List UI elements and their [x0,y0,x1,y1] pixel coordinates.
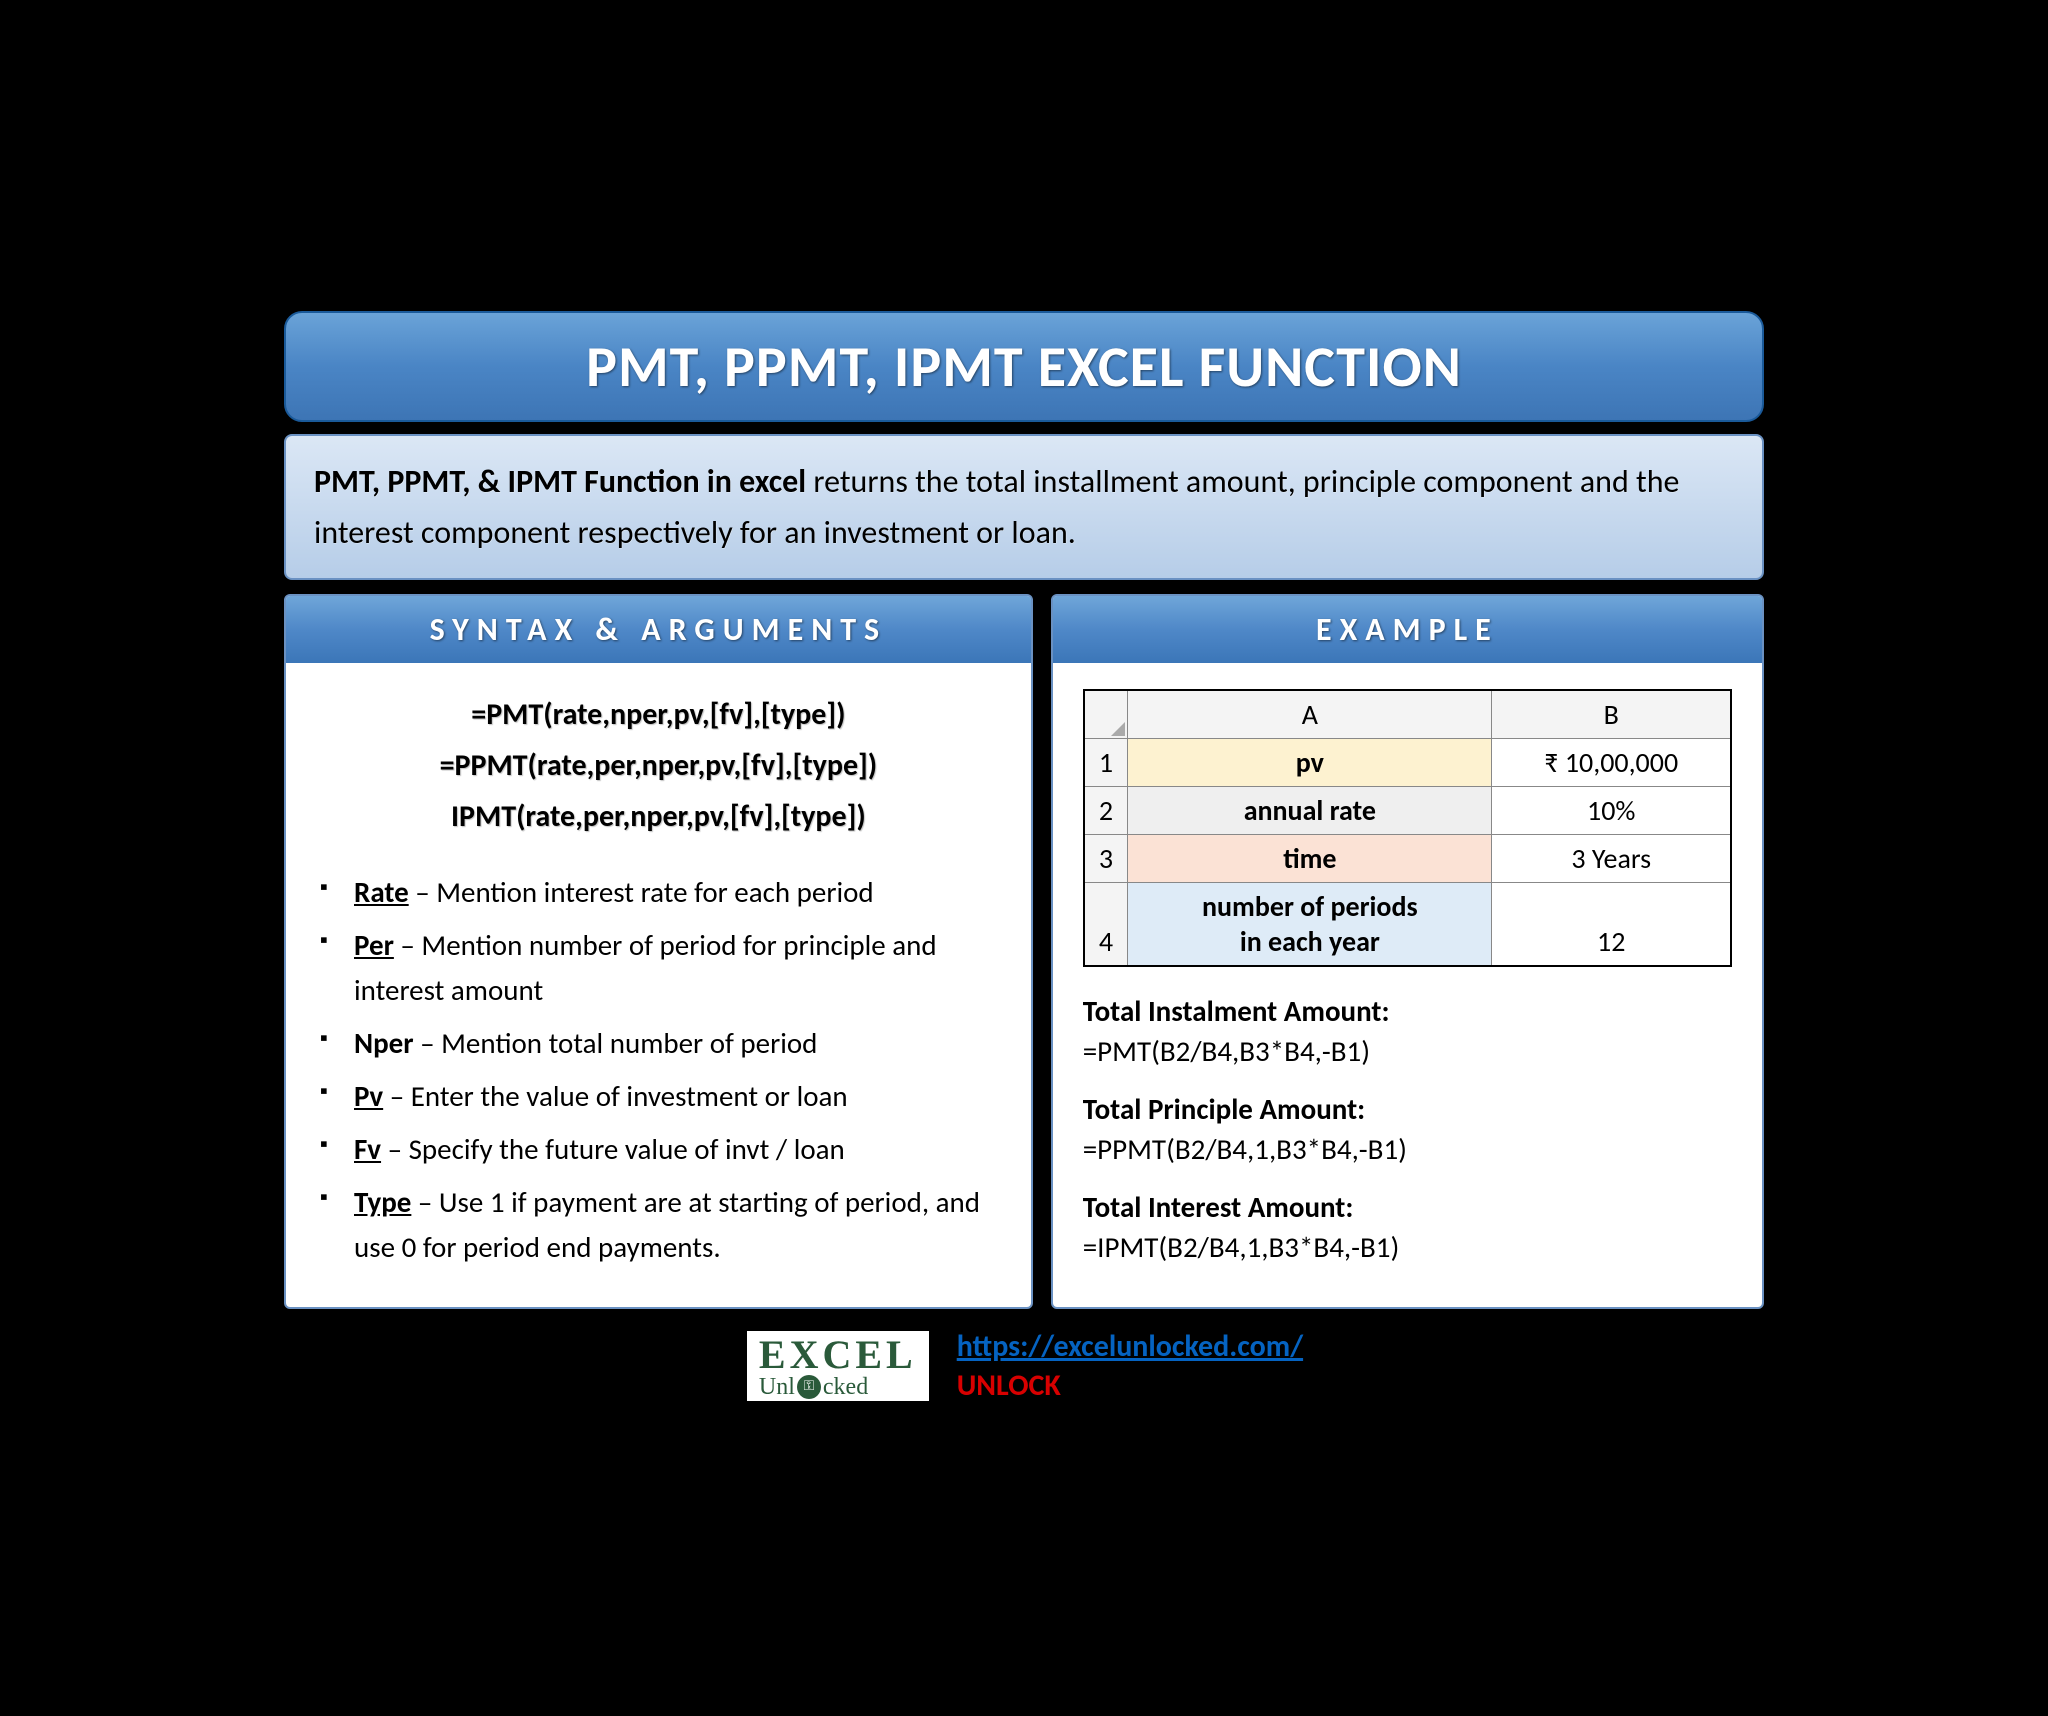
cell-a1: pv [1128,738,1492,786]
page-title: PMT, PPMT, IPMT EXCEL FUNCTION [284,311,1764,422]
formula-label: Total Principle Amount: [1083,1091,1732,1127]
logo: EXCEL Unl ⚿ cked [745,1329,931,1403]
formula-text: =PMT(B2/B4,B3*B4,-B1) [1083,1033,1732,1069]
logo-bot-post: cked [823,1375,868,1399]
footer-links: https://excelunlocked.com/ UNLOCK [957,1327,1303,1405]
footer: EXCEL Unl ⚿ cked https://excelunlocked.c… [284,1327,1764,1405]
row-header: 1 [1084,738,1128,786]
arg-item: Pv – Enter the value of investment or lo… [316,1074,1001,1119]
row-header: 4 [1084,882,1128,966]
argument-list: Rate – Mention interest rate for each pe… [316,870,1001,1270]
site-link[interactable]: https://excelunlocked.com/ [957,1328,1303,1365]
syntax-line: IPMT(rate,per,nper,pv,[fv],[type]) [316,791,1001,842]
cell-b1: ₹ 10,00,000 [1492,738,1731,786]
description-bar: PMT, PPMT, & IPMT Function in excel retu… [284,434,1764,580]
cell-a4: number of periods in each year [1128,882,1492,966]
row-header: 3 [1084,834,1128,882]
infographic-page: PMT, PPMT, IPMT EXCEL FUNCTION PMT, PPMT… [284,311,1764,1406]
formula-block: Total Principle Amount: =PPMT(B2/B4,1,B3… [1083,1091,1732,1167]
arg-term: Type [354,1184,411,1220]
cell-b2: 10% [1492,786,1731,834]
arg-item: Nper – Mention total number of period [316,1021,1001,1066]
syntax-lines: =PMT(rate,nper,pv,[fv],[type]) =PPMT(rat… [316,689,1001,842]
syntax-body: =PMT(rate,nper,pv,[fv],[type]) =PPMT(rat… [286,663,1031,1308]
unlock-label: UNLOCK [957,1367,1061,1404]
excel-grid: A B 1 pv ₹ 10,00,000 2 annual rate 10% [1083,689,1732,967]
logo-top: EXCEL [759,1335,917,1375]
example-card: EXAMPLE A B 1 pv ₹ 10,00,000 2 [1051,594,1764,1310]
syntax-card: SYNTAX & ARGUMENTS =PMT(rate,nper,pv,[fv… [284,594,1033,1310]
formula-label: Total Interest Amount: [1083,1189,1732,1225]
syntax-line: =PMT(rate,nper,pv,[fv],[type]) [316,689,1001,740]
cell-a2: annual rate [1128,786,1492,834]
example-header: EXAMPLE [1053,596,1762,663]
arg-item: Type – Use 1 if payment are at starting … [316,1180,1001,1270]
arg-desc: – Use 1 if payment are at starting of pe… [354,1184,980,1265]
key-icon: ⚿ [797,1375,821,1399]
arg-item: Rate – Mention interest rate for each pe… [316,870,1001,915]
syntax-header: SYNTAX & ARGUMENTS [286,596,1031,663]
arg-item: Per – Mention number of period for princ… [316,923,1001,1013]
logo-bottom: Unl ⚿ cked [759,1375,917,1399]
arg-term: Rate [354,874,409,910]
syntax-line: =PPMT(rate,per,nper,pv,[fv],[type]) [316,740,1001,791]
row-header: 2 [1084,786,1128,834]
formula-block: Total Interest Amount: =IPMT(B2/B4,1,B3*… [1083,1189,1732,1265]
arg-desc: – Mention interest rate for each period [409,874,874,910]
formula-text: =IPMT(B2/B4,1,B3*B4,-B1) [1083,1229,1732,1265]
arg-desc: – Mention number of period for principle… [354,927,937,1008]
cell-b4: 12 [1492,882,1731,966]
cell-b3: 3 Years [1492,834,1731,882]
formula-block: Total Instalment Amount: =PMT(B2/B4,B3*B… [1083,993,1732,1069]
arg-term: Nper [354,1025,414,1061]
formula-label: Total Instalment Amount: [1083,993,1732,1029]
grid-corner [1084,690,1128,739]
columns: SYNTAX & ARGUMENTS =PMT(rate,nper,pv,[fv… [284,594,1764,1310]
arg-desc: – Enter the value of investment or loan [383,1078,848,1114]
arg-desc: – Mention total number of period [414,1025,818,1061]
arg-term: Per [354,927,394,963]
example-body: A B 1 pv ₹ 10,00,000 2 annual rate 10% [1053,663,1762,1308]
cell-a3: time [1128,834,1492,882]
col-header-b: B [1492,690,1731,739]
formula-text: =PPMT(B2/B4,1,B3*B4,-B1) [1083,1131,1732,1167]
arg-item: Fv – Specify the future value of invt / … [316,1127,1001,1172]
arg-term: Pv [354,1078,383,1114]
arg-term: Fv [354,1131,381,1167]
col-header-a: A [1128,690,1492,739]
arg-desc: – Specify the future value of invt / loa… [381,1131,845,1167]
logo-bot-pre: Unl [759,1375,795,1399]
description-bold: PMT, PPMT, & IPMT Function in excel [314,462,806,501]
